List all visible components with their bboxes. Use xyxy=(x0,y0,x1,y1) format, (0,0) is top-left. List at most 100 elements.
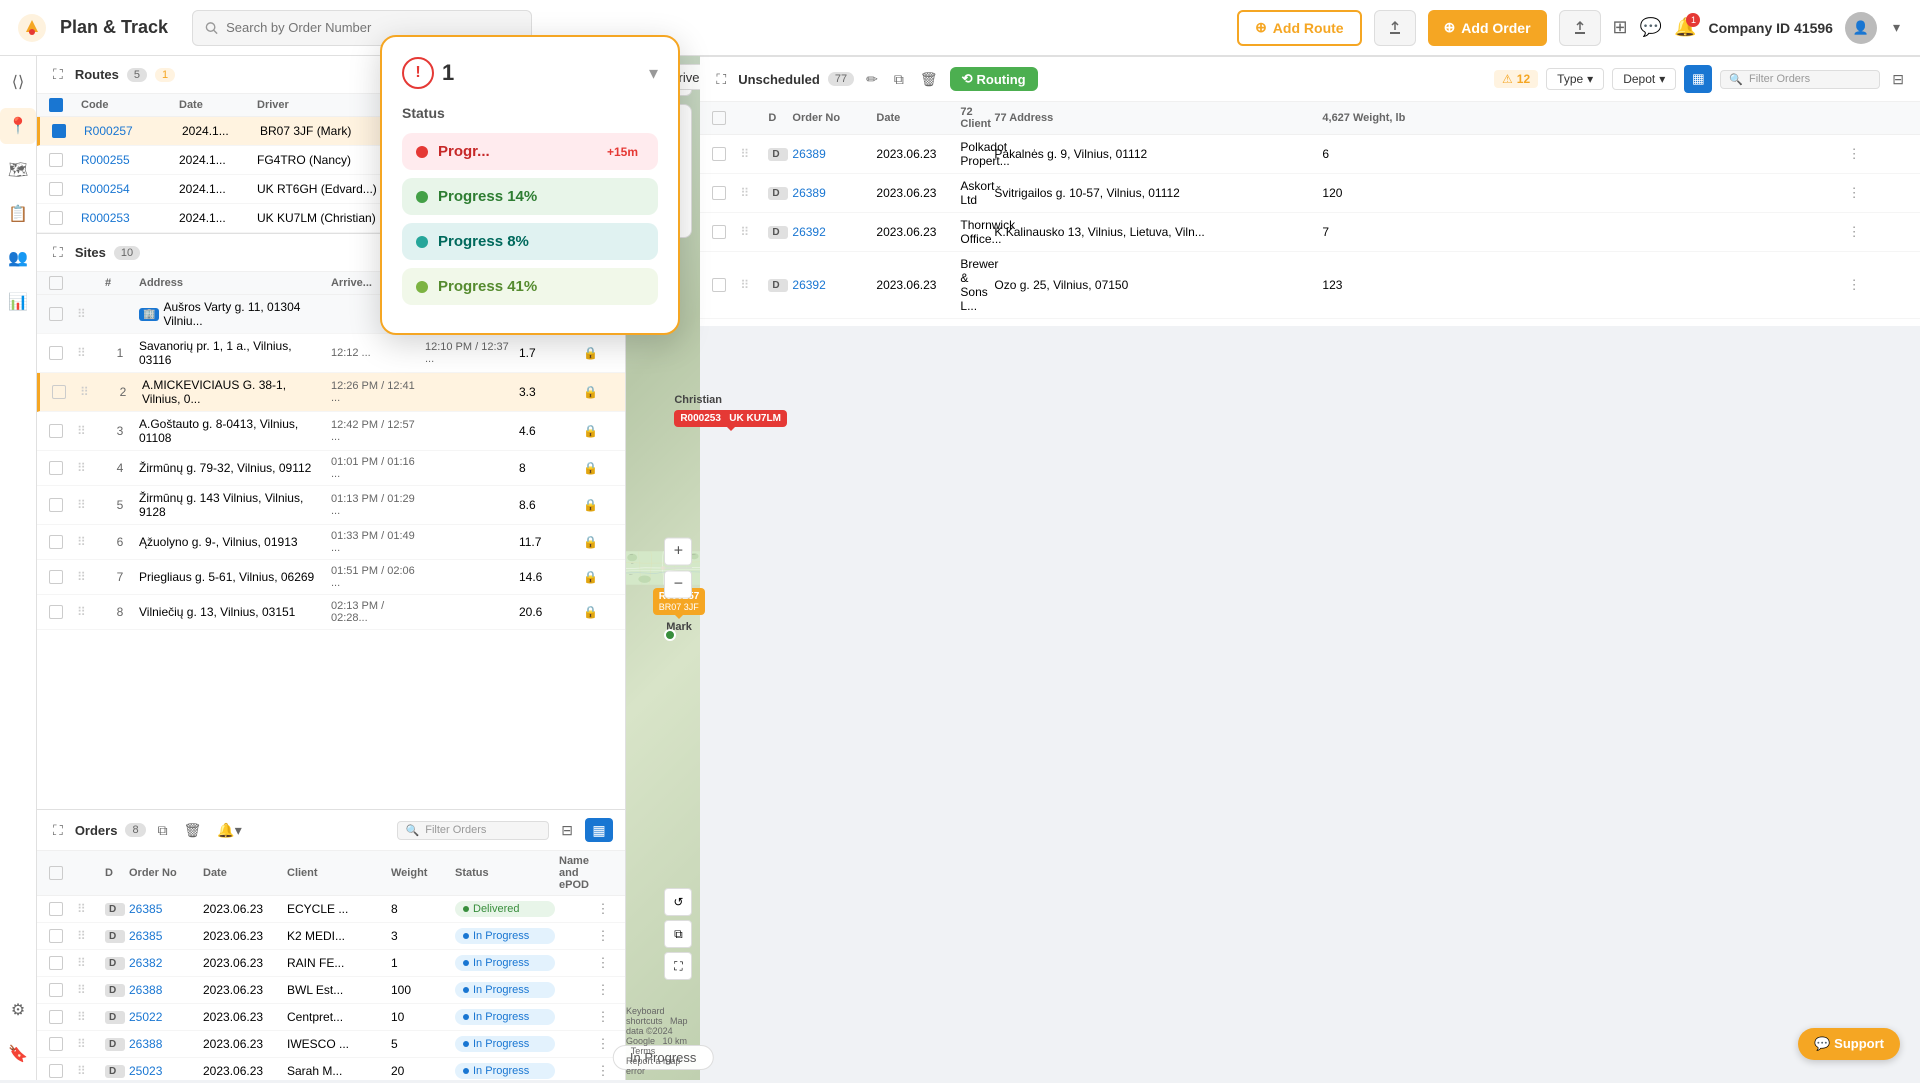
routes-expand-btn[interactable]: ⛶ xyxy=(49,64,67,85)
unsched-check-3[interactable] xyxy=(712,225,726,239)
sidebar-settings-btn[interactable]: ⚙ xyxy=(0,992,36,1028)
unsched-check-2[interactable] xyxy=(712,186,726,200)
unsched-more-1[interactable]: ⋮ xyxy=(1824,146,1884,162)
unscheduled-funnel-btn[interactable]: ⊟ xyxy=(1888,69,1908,90)
route-checkbox-1[interactable] xyxy=(52,124,66,138)
order-check-3[interactable] xyxy=(49,956,63,970)
unscheduled-filter[interactable]: 🔍 Filter Orders xyxy=(1720,70,1880,89)
sidebar-routes-btn[interactable]: 🗺 xyxy=(0,152,36,188)
order-num-4[interactable]: 26388 xyxy=(129,983,199,997)
order-num-7[interactable]: 25023 xyxy=(129,1064,199,1078)
order-num-6[interactable]: 26388 xyxy=(129,1037,199,1051)
orders-bell-btn[interactable]: 🔔▾ xyxy=(213,820,245,841)
order-more-5[interactable]: ⋮ xyxy=(593,1009,613,1025)
order-drag-3[interactable]: ⠿ xyxy=(77,956,101,970)
unsched-more-3[interactable]: ⋮ xyxy=(1824,224,1884,240)
select-all-unscheduled[interactable] xyxy=(712,111,726,125)
grid-view-button[interactable]: ⊞ xyxy=(1613,17,1628,38)
search-input[interactable] xyxy=(226,20,519,35)
orders-funnel-btn[interactable]: ⊟ xyxy=(557,820,577,841)
list-item[interactable]: ⠿ 1 Savanorių pr. 1, 1 a., Vilnius, 0311… xyxy=(37,334,625,373)
zoom-out-button[interactable]: − xyxy=(664,571,692,599)
drag-handle-7[interactable]: ⠿ xyxy=(77,570,101,584)
add-route-button[interactable]: ⊕ Add Route xyxy=(1237,10,1362,46)
zoom-in-button[interactable]: + xyxy=(664,538,692,566)
drag-handle-1[interactable]: ⠿ xyxy=(77,346,101,360)
site-checkbox-8[interactable] xyxy=(49,605,63,619)
unscheduled-copy-btn[interactable]: ⧉ xyxy=(890,69,908,90)
list-item[interactable]: ⠿ 6 Ąžuolyno g. 9-, Vilnius, 01913 01:33… xyxy=(37,525,625,560)
order-drag-4[interactable]: ⠿ xyxy=(77,983,101,997)
select-all-routes[interactable] xyxy=(49,98,63,112)
list-item[interactable]: ⠿ 4 Žirmūnų g. 79-32, Vilnius, 09112 01:… xyxy=(37,451,625,486)
orders-col-btn[interactable]: ▦ xyxy=(585,818,613,842)
drag-handle-4[interactable]: ⠿ xyxy=(77,461,101,475)
unsched-more-4[interactable]: ⋮ xyxy=(1824,277,1884,293)
orders-copy-btn[interactable]: ⧉ xyxy=(154,820,172,841)
drag-handle-5[interactable]: ⠿ xyxy=(77,498,101,512)
list-item[interactable]: ⠿ 2 A.MICKEVICIAUS G. 38-1, Vilnius, 0..… xyxy=(37,373,625,412)
site-checkbox-4[interactable] xyxy=(49,461,63,475)
type-filter-btn[interactable]: Type ▾ xyxy=(1546,68,1604,90)
order-drag-6[interactable]: ⠿ xyxy=(77,1037,101,1051)
order-num-1[interactable]: 26385 xyxy=(129,902,199,916)
drag-1[interactable]: ⠿ xyxy=(740,147,764,161)
order-more-4[interactable]: ⋮ xyxy=(593,982,613,998)
drag-4[interactable]: ⠿ xyxy=(740,278,764,292)
sidebar-expand-btn[interactable]: ⟨⟩ xyxy=(0,64,36,100)
status-item-4[interactable]: Progress 41% xyxy=(402,268,658,305)
table-row[interactable]: ⠿ D 26388 2023.06.23 BWL Est... 100 In P… xyxy=(37,977,625,1004)
site-checkbox-6[interactable] xyxy=(49,535,63,549)
table-row[interactable]: ⠿ D 26382 2023.06.23 RAIN FE... 1 In Pro… xyxy=(37,950,625,977)
drag-3[interactable]: ⠿ xyxy=(740,225,764,239)
table-row[interactable]: ⠿ D 25023 2023.06.23 Sarah M... 20 In Pr… xyxy=(37,1058,625,1080)
order-check-1[interactable] xyxy=(49,902,63,916)
export-button[interactable] xyxy=(1559,10,1601,46)
map-fullscreen-btn[interactable]: ⛶ xyxy=(664,952,692,980)
sidebar-orders-btn[interactable]: 📋 xyxy=(0,196,36,232)
select-all-sites[interactable] xyxy=(49,276,63,290)
sidebar-users-btn[interactable]: 👥 xyxy=(0,240,36,276)
user-menu-chevron[interactable]: ▾ xyxy=(1889,17,1904,38)
unsched-more-2[interactable]: ⋮ xyxy=(1824,185,1884,201)
order-check-6[interactable] xyxy=(49,1037,63,1051)
drag-handle-0[interactable]: ⠿ xyxy=(77,307,101,321)
table-row[interactable]: ⠿ D 26392 2023.06.23 Brewer & Sons L... … xyxy=(700,252,1920,319)
add-order-button[interactable]: ⊕ Add Order xyxy=(1428,10,1547,46)
unscheduled-edit-btn[interactable]: ✏ xyxy=(862,69,882,90)
table-row[interactable]: ⠿ D 26389 2023.06.23 Askort Ltd Švitriga… xyxy=(700,174,1920,213)
orders-delete-btn[interactable]: 🗑 xyxy=(180,820,206,841)
order-more-7[interactable]: ⋮ xyxy=(593,1063,613,1079)
orders-filter[interactable]: 🔍 Filter Orders xyxy=(397,821,550,840)
route-checkbox-4[interactable] xyxy=(49,211,63,225)
order-drag-2[interactable]: ⠿ xyxy=(77,929,101,943)
unsched-check-1[interactable] xyxy=(712,147,726,161)
unscheduled-delete-btn[interactable]: 🗑 xyxy=(916,69,942,90)
order-drag-5[interactable]: ⠿ xyxy=(77,1010,101,1024)
map-undo-btn[interactable]: ↺ xyxy=(664,888,692,916)
order-drag-1[interactable]: ⠿ xyxy=(77,902,101,916)
drag-handle-8[interactable]: ⠿ xyxy=(77,605,101,619)
order-check-7[interactable] xyxy=(49,1064,63,1078)
site-checkbox-7[interactable] xyxy=(49,570,63,584)
table-row[interactable]: ⠿ D 26389 2023.06.23 Polkadot Propert...… xyxy=(700,135,1920,174)
order-more-2[interactable]: ⋮ xyxy=(593,928,613,944)
drag-handle-3[interactable]: ⠿ xyxy=(77,424,101,438)
upload-button[interactable] xyxy=(1374,10,1416,46)
order-check-5[interactable] xyxy=(49,1010,63,1024)
popup-chevron-btn[interactable]: ▾ xyxy=(649,63,658,84)
map-layer-btn[interactable]: ⧉ xyxy=(664,920,692,948)
drag-handle-2[interactable]: ⠿ xyxy=(80,385,104,399)
order-drag-7[interactable]: ⠿ xyxy=(77,1064,101,1078)
messages-button[interactable]: 💬 xyxy=(1640,17,1662,38)
unsched-order-2[interactable]: 26389 xyxy=(792,186,872,200)
order-more-6[interactable]: ⋮ xyxy=(593,1036,613,1052)
order-check-2[interactable] xyxy=(49,929,63,943)
notifications-button[interactable]: 🔔 1 xyxy=(1674,17,1696,38)
table-row[interactable]: ⠿ D 26388 2023.06.23 IWESCO ... 5 In Pro… xyxy=(37,1031,625,1058)
list-item[interactable]: ⠿ 3 A.Goštauto g. 8-0413, Vilnius, 01108… xyxy=(37,412,625,451)
routing-button[interactable]: ⟲ Routing xyxy=(950,67,1038,91)
unsched-order-4[interactable]: 26392 xyxy=(792,278,872,292)
drag-handle-6[interactable]: ⠿ xyxy=(77,535,101,549)
table-row[interactable]: ⠿ D 26385 2023.06.23 ECYCLE ... 8 Delive… xyxy=(37,896,625,923)
